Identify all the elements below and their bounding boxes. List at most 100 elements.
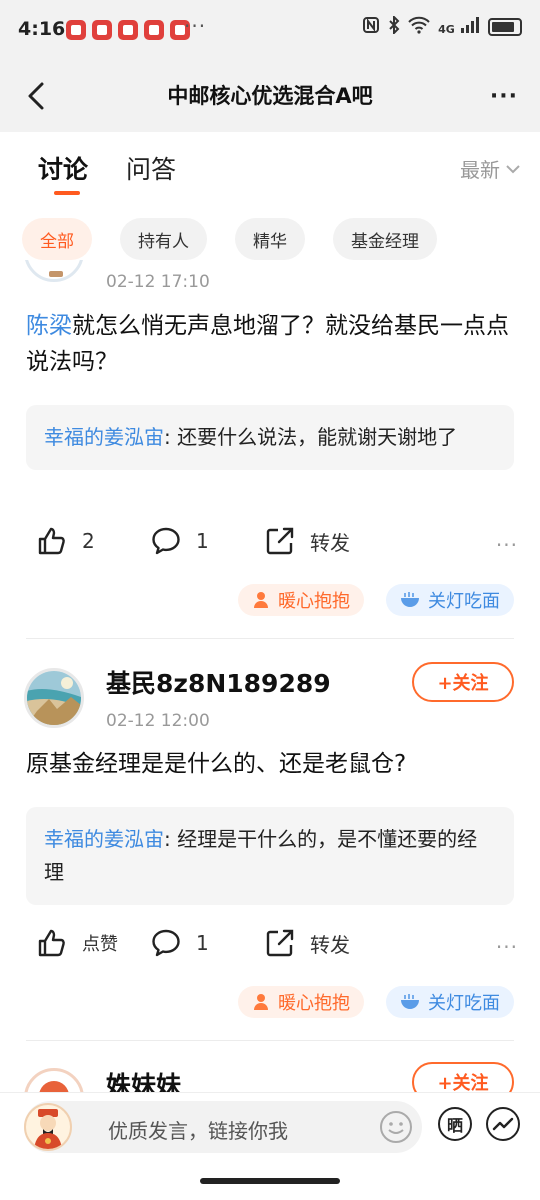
filter-featured[interactable]: 精华 xyxy=(235,218,305,260)
trend-button[interactable] xyxy=(486,1107,520,1141)
post: 基民8z8N189289 02-12 12:00 +关注 原基金经理是是什么的、… xyxy=(0,660,540,1040)
title-bar: 中邮核心优选混合A吧 ··· xyxy=(0,60,540,132)
post-divider xyxy=(26,638,514,639)
reaction-label: 关灯吃面 xyxy=(428,993,500,1014)
nfc-icon xyxy=(362,16,380,38)
reply-user[interactable]: 幸福的姜泓宙 xyxy=(44,827,164,851)
share-icon xyxy=(266,929,294,957)
post-actions: 点赞 1 转发 ··· xyxy=(0,927,540,977)
post-time: 02-12 12:00 xyxy=(106,711,210,731)
username[interactable]: 姝妹妹 xyxy=(106,1066,181,1092)
filter-holders[interactable]: 持有人 xyxy=(120,218,207,260)
status-more-icon: ··· xyxy=(184,14,207,38)
fortune-god-avatar[interactable] xyxy=(24,1103,72,1151)
input-placeholder: 优质发言，链接你我 xyxy=(108,1119,288,1143)
post-body: 就怎么悄无声息地溜了？就没给基民一点点说法吗？ xyxy=(26,313,509,375)
post-time: 02-12 17:10 xyxy=(106,272,210,292)
thumbs-up-icon xyxy=(38,527,65,555)
post-text[interactable]: 陈梁就怎么悄无声息地溜了？就没给基民一点点说法吗？ xyxy=(26,308,516,380)
status-right-icons: 4G xyxy=(362,14,522,38)
comment-icon xyxy=(152,527,180,555)
reaction-label: 暖心抱抱 xyxy=(278,591,350,612)
signal-label: 4G xyxy=(438,23,455,36)
reaction-label: 关灯吃面 xyxy=(428,591,500,612)
noodle-bowl-icon xyxy=(401,592,419,607)
share-button[interactable]: 转发 xyxy=(264,927,350,959)
follow-button[interactable]: +关注 xyxy=(412,662,514,702)
avatar[interactable] xyxy=(24,1068,84,1092)
battery-icon xyxy=(488,18,522,36)
reaction-warm-hug[interactable]: 暖心抱抱 xyxy=(238,986,364,1018)
follow-button[interactable]: +关注 xyxy=(412,1062,514,1092)
home-indicator[interactable] xyxy=(200,1178,340,1184)
like-count: 2 xyxy=(82,529,95,553)
share-button[interactable]: 转发 xyxy=(264,525,350,557)
noodle-bowl-icon xyxy=(401,994,419,1009)
post-more-button[interactable]: ··· xyxy=(496,935,518,959)
hug-icon xyxy=(254,994,268,1010)
smiley-icon xyxy=(380,1111,412,1143)
bluetooth-icon xyxy=(388,14,400,38)
avatar[interactable] xyxy=(24,260,84,282)
notification-icons xyxy=(66,20,190,40)
emoji-button[interactable] xyxy=(378,1109,414,1145)
reaction-tags: 暖心抱抱 关灯吃面 xyxy=(238,986,514,1018)
reaction-lights-off[interactable]: 关灯吃面 xyxy=(386,584,514,616)
sort-dropdown[interactable]: 最新 xyxy=(460,154,520,183)
signal-4g-icon: 4G xyxy=(438,17,480,37)
like-button[interactable]: 2 xyxy=(36,525,95,557)
chevron-down-icon xyxy=(506,164,520,173)
post: 姝妹妹 +关注 xyxy=(0,1062,540,1092)
filter-all[interactable]: 全部 xyxy=(22,218,92,260)
reply-preview[interactable]: 幸福的姜泓宙: 经理是干什么的，是不懂还要的经理 xyxy=(26,807,514,905)
status-bar: 4:16 ··· 4G xyxy=(0,0,540,60)
post-more-button[interactable]: ··· xyxy=(496,533,518,557)
comment-input-bar: 优质发言，链接你我 晒 xyxy=(0,1092,540,1162)
avatar[interactable] xyxy=(24,668,84,728)
active-tab-indicator xyxy=(54,191,80,195)
notification-icon xyxy=(144,20,164,40)
reaction-tags: 暖心抱抱 关灯吃面 xyxy=(238,584,514,616)
thumbs-up-icon xyxy=(38,929,65,957)
reaction-warm-hug[interactable]: 暖心抱抱 xyxy=(238,584,364,616)
mention-link[interactable]: 陈梁 xyxy=(26,313,72,339)
beach-avatar-image xyxy=(27,671,81,725)
filter-fund-manager[interactable]: 基金经理 xyxy=(333,218,437,260)
more-menu-button[interactable]: ··· xyxy=(490,84,518,109)
username[interactable]: 基民8z8N189289 xyxy=(106,664,331,700)
reaction-lights-off[interactable]: 关灯吃面 xyxy=(386,986,514,1018)
hug-icon xyxy=(254,592,268,608)
post: 02-12 17:10 陈梁就怎么悄无声息地溜了？就没给基民一点点说法吗？ 幸福… xyxy=(0,260,540,642)
sort-label: 最新 xyxy=(460,158,500,182)
post-actions: 2 1 转发 ··· xyxy=(0,525,540,575)
like-label: 点赞 xyxy=(82,934,118,955)
comment-button[interactable]: 1 xyxy=(150,927,209,959)
status-time: 4:16 xyxy=(18,18,66,40)
shai-button[interactable]: 晒 xyxy=(438,1107,472,1141)
tab-qa[interactable]: 问答 xyxy=(126,150,176,186)
post-divider xyxy=(26,1040,514,1041)
share-icon xyxy=(266,527,294,555)
system-nav-bar xyxy=(0,1162,540,1200)
trend-icon xyxy=(492,1117,514,1131)
notification-icon xyxy=(92,20,112,40)
post-text[interactable]: 原基金经理是是什么的、还是老鼠仓? xyxy=(26,746,516,782)
filter-chips: 全部 持有人 精华 基金经理 xyxy=(22,218,437,260)
comment-count: 1 xyxy=(196,931,209,955)
post-input[interactable]: 优质发言，链接你我 xyxy=(24,1101,422,1153)
reply-text: : 还要什么说法，能就谢天谢地了 xyxy=(164,425,458,449)
like-button[interactable]: 点赞 xyxy=(36,927,118,959)
page-title: 中邮核心优选混合A吧 xyxy=(167,84,373,108)
notification-icon xyxy=(118,20,138,40)
comment-icon xyxy=(152,929,180,957)
share-label: 转发 xyxy=(310,932,350,957)
tab-discuss[interactable]: 讨论 xyxy=(38,150,88,186)
reply-preview[interactable]: 幸福的姜泓宙: 还要什么说法，能就谢天谢地了 xyxy=(26,405,514,470)
notification-icon xyxy=(66,20,86,40)
comment-button[interactable]: 1 xyxy=(150,525,209,557)
reply-user[interactable]: 幸福的姜泓宙 xyxy=(44,425,164,449)
wifi-icon xyxy=(408,16,430,38)
reaction-label: 暖心抱抱 xyxy=(278,993,350,1014)
comment-count: 1 xyxy=(196,529,209,553)
share-label: 转发 xyxy=(310,530,350,555)
